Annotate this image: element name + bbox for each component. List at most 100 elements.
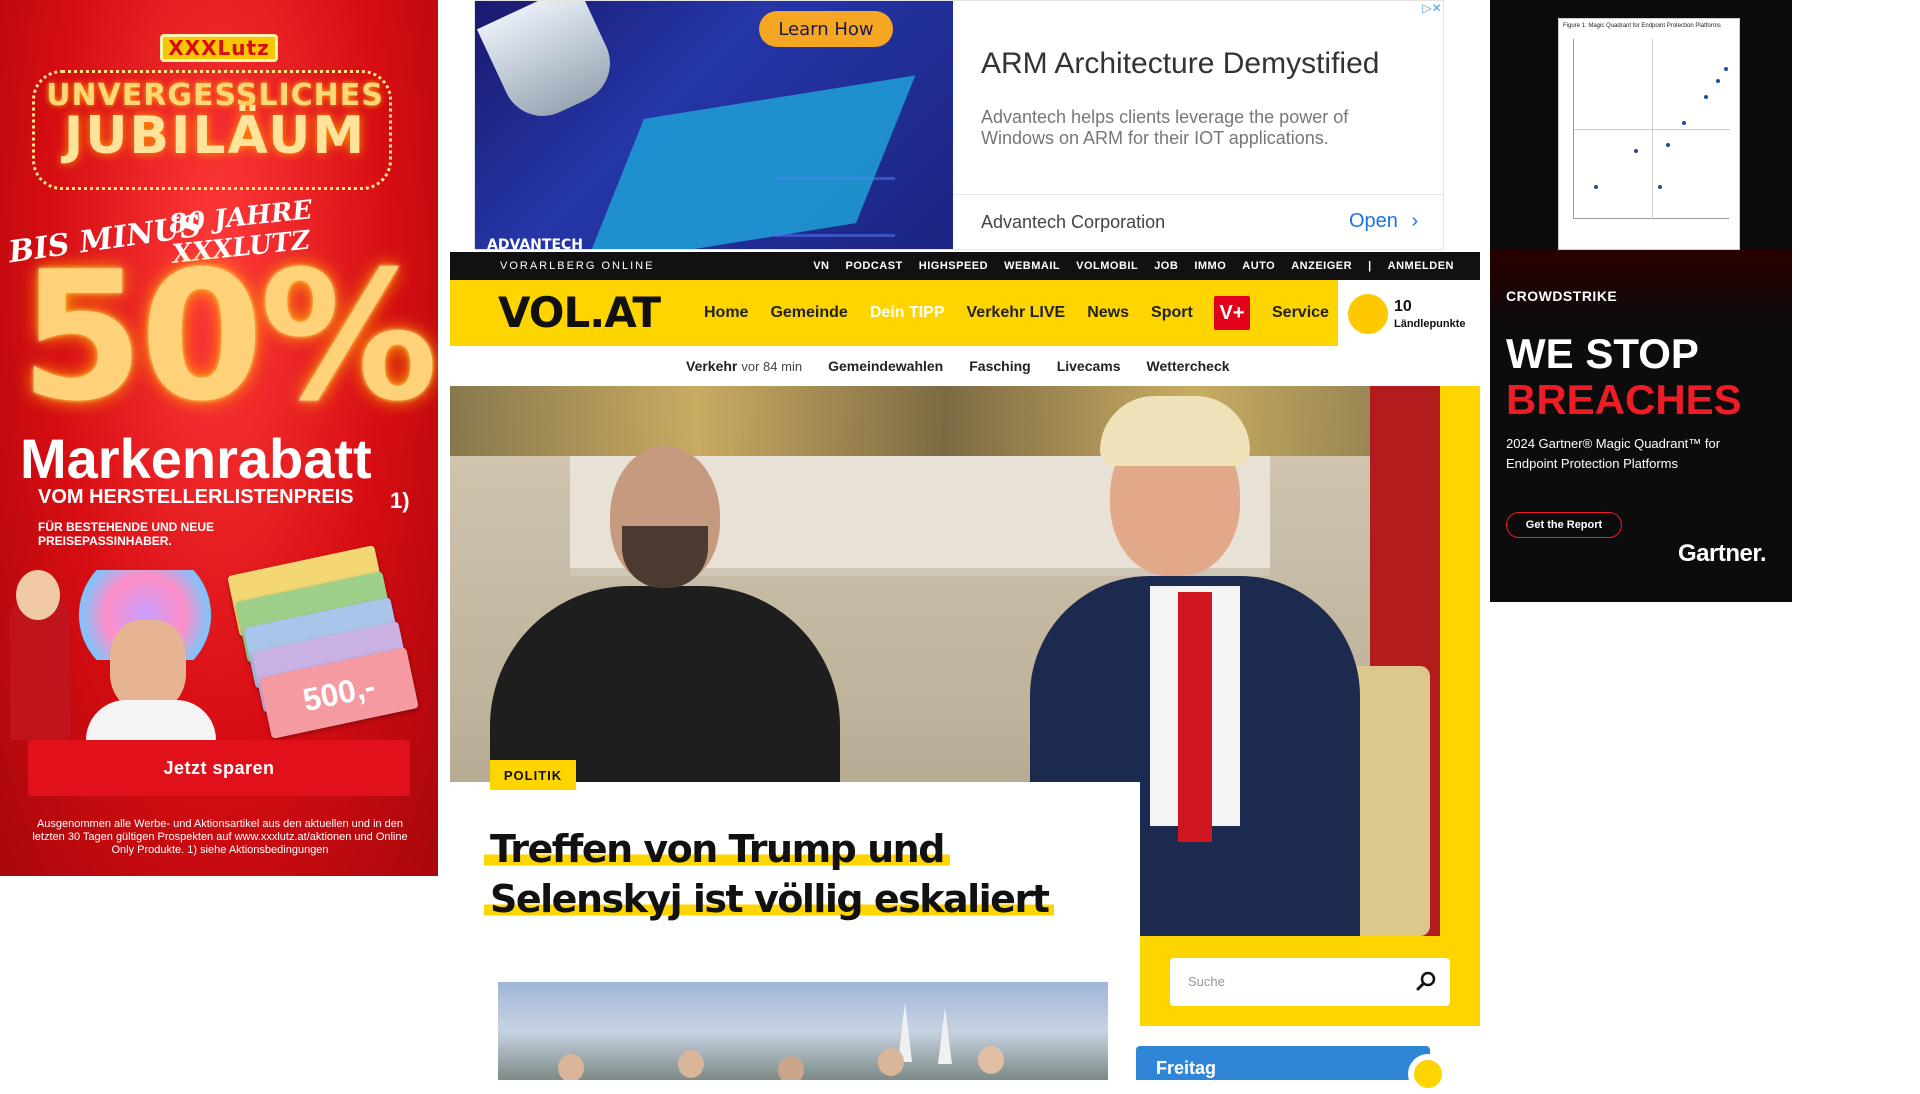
person-head [878,1048,904,1076]
chart-point [1666,143,1670,147]
subnav-item-gemeindewahlen[interactable]: Gemeindewahlen [828,358,943,374]
chevron-right-icon: › [1411,210,1419,232]
chart-quadrant-line [1574,129,1730,130]
ad-subtitle: 2024 Gartner® Magic Quadrant™ for Endpoi… [1506,436,1721,471]
woman-head [16,570,60,620]
ad-vom: VOM HERSTELLERLISTENPREIS [38,486,354,508]
topbar-link-auto[interactable]: AUTO [1242,260,1275,272]
gartner-logo: Gartner. [1678,540,1767,567]
subnav-item-verkehr[interactable]: Verkehr vor 84 min [686,358,802,374]
divider [953,194,1443,195]
open-button[interactable]: Open › [1349,210,1418,233]
nav-item-gemeinde[interactable]: Gemeinde [770,304,847,322]
subnav-item-wettercheck[interactable]: Wettercheck [1147,358,1230,374]
man-face [110,620,186,710]
topbar-link-vn[interactable]: VN [813,260,829,272]
subnav-item-fasching[interactable]: Fasching [969,358,1030,374]
group-photo [558,1042,1038,1080]
login-link[interactable]: ANMELDEN [1388,260,1454,272]
search-icon[interactable] [1414,970,1438,994]
topbar-link-anzeiger[interactable]: ANZEIGER [1291,260,1352,272]
hero-article[interactable]: POLITIK Treffen von Trump und Selenskyj … [450,386,1480,1026]
ad-headline-1: WE STOP [1506,330,1699,377]
topbar-link-immo[interactable]: IMMO [1194,260,1226,272]
chevron-graphic [775,177,895,237]
adchoices-icon[interactable]: ▷✕ [1419,1,1443,17]
search-input[interactable]: Suche [1170,958,1450,1006]
open-label: Open [1349,210,1398,232]
xxxlutz-logo: XXXLutz [160,34,278,62]
nav-item-news[interactable]: News [1087,304,1129,322]
person-head [678,1050,704,1078]
advantech-ad[interactable]: Learn How ADVANTECH ARM Architecture Dem… [474,0,1444,250]
sun-icon [1408,1054,1448,1094]
get-report-button[interactable]: Get the Report [1506,512,1622,538]
topbar-links: VN PODCAST HIGHSPEED WEBMAIL VOLMOBIL JO… [813,260,1454,272]
nav-items: Home Gemeinde Dein TIPP Verkehr LIVE New… [704,304,1193,322]
ad-people-image [0,560,230,760]
xxxlutz-ad[interactable]: XXXLutz UNVERGESSLICHES JUBILÄUM 80 JAHR… [0,0,438,876]
weather-widget[interactable]: Freitag [1136,1046,1448,1094]
topbar-link-job[interactable]: JOB [1154,260,1178,272]
chart-point [1594,185,1598,189]
nav-item-verkehr-live[interactable]: Verkehr LIVE [967,304,1066,322]
chart-point [1682,121,1686,125]
article-thumbnail[interactable] [498,982,1108,1080]
site-brand: VORARLBERG ONLINE [500,260,655,272]
topbar-link-highspeed[interactable]: HIGHSPEED [919,260,988,272]
ad-percent: 50% [20,233,438,440]
chart-point [1716,79,1720,83]
ad-title[interactable]: ARM Architecture Demystified [981,47,1379,81]
search-placeholder: Suche [1188,974,1225,989]
laendlepunkte-widget[interactable]: 10 Ländlepunkte [1338,280,1480,346]
crowdstrike-ad[interactable]: Figure 1: Magic Quadrant for Endpoint Pr… [1490,0,1792,602]
nav-item-service[interactable]: Service [1272,304,1329,322]
learn-how-button[interactable]: Learn How [759,11,893,47]
person-head [778,1056,804,1080]
nav-item-sport[interactable]: Sport [1151,304,1193,322]
topbar-link-volmobil[interactable]: VOLMOBIL [1076,260,1138,272]
person-right-tie [1178,592,1212,842]
ad-headline-2: JUBILÄUM [63,106,367,166]
hero-yellow-bar [1440,386,1480,1026]
vol-logo[interactable]: VOL.AT [498,288,661,337]
article-headline[interactable]: Treffen von Trump und Selenskyj ist völl… [484,824,1104,924]
subnav-item-livecams[interactable]: Livecams [1057,358,1121,374]
vplus-button[interactable]: V+ [1214,296,1250,330]
advantech-logo: ADVANTECH [487,237,583,250]
points-label: Ländlepunkte [1394,318,1466,330]
nav-item-dein-tipp[interactable]: Dein TIPP [870,304,945,322]
chart-point [1704,95,1708,99]
chart-point [1658,185,1662,189]
ad-description: Advantech helps clients leverage the pow… [981,107,1349,148]
ad-footnote-mark: 1) [390,488,410,513]
chart-point [1634,149,1638,153]
topbar-link-podcast[interactable]: PODCAST [846,260,903,272]
jetzt-sparen-button[interactable]: Jetzt sparen [28,740,410,796]
headline-line-1: Treffen von Trump und [484,827,950,871]
advertiser-name: Advantech Corporation [981,212,1166,232]
verkehr-label: Verkehr [686,358,738,374]
ad-fine-print: Ausgenommen alle Werbe- und Aktionsartik… [32,818,408,856]
person-head [978,1046,1004,1074]
voucher-value: 500,- [299,667,379,718]
sub-nav: Verkehr vor 84 min Gemeindewahlen Faschin… [450,346,1480,386]
category-tag[interactable]: POLITIK [490,760,576,790]
chart-axes [1573,39,1730,219]
robot-arm-graphic [476,1,624,130]
subnav-row: Verkehr vor 84 min Gemeindewahlen Faschin… [686,358,1230,374]
chart-point [1724,67,1728,71]
magic-quadrant-chart: Figure 1: Magic Quadrant for Endpoint Pr… [1558,18,1740,250]
headline-line-2: Selenskyj ist völlig eskaliert [484,877,1055,921]
sun-icon [1348,294,1388,334]
site-topbar: VORARLBERG ONLINE VN PODCAST HIGHSPEED W… [450,252,1480,280]
main-nav: VOL.AT Home Gemeinde Dein TIPP Verkehr L… [450,280,1338,346]
crowdstrike-logo: CROWDSTRIKE [1506,288,1618,304]
gold-decor [450,386,1440,456]
chart-caption: Figure 1: Magic Quadrant for Endpoint Pr… [1563,23,1721,29]
topbar-link-webmail[interactable]: WEBMAIL [1004,260,1060,272]
ad-eligibility: FÜR BESTEHENDE UND NEUE PREISEPASSINHABE… [38,520,215,548]
verkehr-time: vor 84 min [741,359,803,374]
nav-item-home[interactable]: Home [704,304,748,322]
points-value: 10 [1394,298,1412,315]
